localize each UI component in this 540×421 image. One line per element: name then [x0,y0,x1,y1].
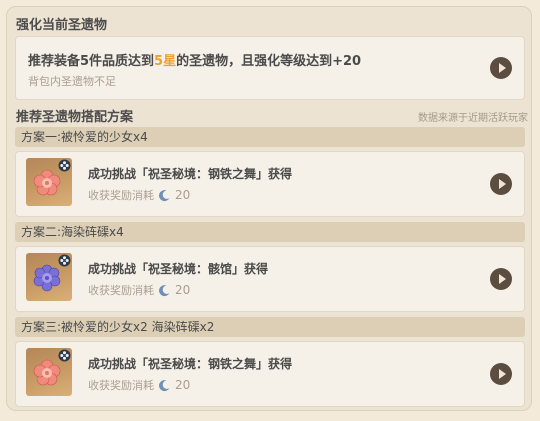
section-title-plans: 推荐圣遗物搭配方案 [16,110,134,125]
plan-header-2: 方案二:海染砗磲x4 [15,222,525,242]
plan-card-2[interactable]: 成功挑战「祝圣秘境：骸馆」获得 收获奖励消耗 20 [15,246,525,312]
pink-flower-artifact-icon [26,158,72,206]
plan-header-1: 方案一:被怜爱的少女x4 [15,127,525,147]
section-title-enhance: 强化当前圣遗物 [16,18,108,33]
original-resin-icon [159,284,170,296]
original-resin-icon [159,189,170,201]
go-button-plan-2[interactable] [490,268,512,290]
star-requirement: 5星 [154,54,177,69]
plan-cost-1: 收获奖励消耗 20 [88,188,191,202]
plan-card-1[interactable]: 成功挑战「祝圣秘境：钢铁之舞」获得 收获奖励消耗 20 [15,151,525,217]
go-button-plan-1[interactable] [490,173,512,195]
inventory-insufficient-note: 背包内圣遗物不足 [28,75,116,88]
pink-flower-artifact-icon [26,348,72,396]
plan-card-3[interactable]: 成功挑战「祝圣秘境：钢铁之舞」获得 收获奖励消耗 20 [15,341,525,407]
plan-source-3: 成功挑战「祝圣秘境：钢铁之舞」获得 [88,357,293,371]
original-resin-icon [159,379,170,391]
plan-header-3: 方案三:被怜爱的少女x2 海染砗磲x2 [15,317,525,337]
enhance-recommend-card[interactable]: 推荐装备5件品质达到5星的圣遗物，且强化等级达到+20 背包内圣遗物不足 [15,36,525,100]
plan-cost-3: 收获奖励消耗 20 [88,378,191,392]
enhance-recommend-text: 推荐装备5件品质达到5星的圣遗物，且强化等级达到+20 [28,54,362,69]
plan-source-2: 成功挑战「祝圣秘境：骸馆」获得 [88,262,269,276]
plan-cost-2: 收获奖励消耗 20 [88,283,191,297]
go-button-enhance[interactable] [490,57,512,79]
data-source-note: 数据来源于近期活跃玩家 [418,113,528,124]
plan-source-1: 成功挑战「祝圣秘境：钢铁之舞」获得 [88,167,293,181]
go-button-plan-3[interactable] [490,363,512,385]
purple-flower-artifact-icon [26,253,72,301]
